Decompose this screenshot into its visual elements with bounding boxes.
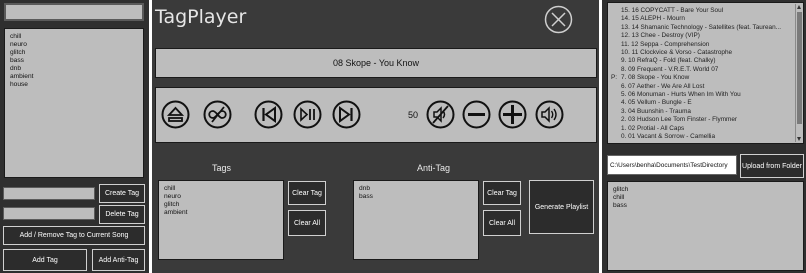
playlist-items: 15. 16 COPYCATT - Bare Your Soul 14. 15 A… [608, 3, 803, 143]
playlist-item-title: 5. 06 Monuman - Hurts When Im With You [621, 91, 741, 99]
anti-tags-items: dnb bass [354, 181, 478, 205]
create-tag-button[interactable]: Create Tag [99, 184, 145, 203]
playlist-item[interactable]: 13. 14 Shamanic Technology - Satellites … [611, 24, 800, 32]
playlist-list[interactable]: 15. 16 COPYCATT - Bare Your Soul 14. 15 A… [607, 2, 804, 144]
playlist-item[interactable]: 11. 12 Seppa - Comprehension [611, 41, 800, 49]
tag-list-item[interactable]: dnb [10, 65, 138, 73]
tags-heading: Tags [212, 163, 232, 173]
playlist-item-title: 15. 16 COPYCATT - Bare Your Soul [621, 7, 724, 14]
playlist-item[interactable]: 9. 10 RefraQ - Fold (feat. Chalky) [611, 57, 800, 65]
delete-tag-button[interactable]: Delete Tag [99, 205, 145, 224]
playlist-item[interactable]: 12. 13 Chee - Destroy (VIP) [611, 32, 800, 40]
volume-value: 50 [408, 110, 419, 120]
playlist-item[interactable]: 15. 16 COPYCATT - Bare Your Soul [611, 7, 800, 15]
folder-path-input[interactable] [607, 155, 737, 175]
playlist-item-title: 10. 11 Clockvice & Vorso - Catastrophe [621, 49, 733, 57]
anti-tag-heading: Anti-Tag [417, 163, 451, 173]
selected-tag-item[interactable]: ambient [164, 209, 278, 217]
volume-down-icon[interactable] [462, 100, 491, 129]
playlist-item-title: 14. 15 ALEPH - Mourn [621, 15, 685, 23]
song-tag-item[interactable]: glitch [613, 186, 798, 194]
playing-marker: P: [611, 74, 618, 82]
clear-anti-tag-button[interactable]: Clear Tag [483, 181, 521, 205]
playlist-item-title: 13. 14 Shamanic Technology - Satellites … [621, 23, 781, 31]
playlist-item[interactable]: 4. 05 Vellum - Bungle - E [611, 99, 800, 107]
eject-icon[interactable] [161, 100, 190, 129]
tag-list-item[interactable]: neuro [10, 41, 138, 49]
playlist-item-title: 3. 04 Buunshin - Trauma [621, 107, 691, 115]
playlist-item[interactable]: 5. 06 Monuman - Hurts When Im With You [611, 91, 800, 99]
playlist-item[interactable]: 10. 11 Clockvice & Vorso - Catastrophe [611, 49, 800, 57]
current-song-tags-list[interactable]: glitch chill bass [607, 181, 804, 271]
playlist-item-title: 12. 13 Chee - Destroy (VIP) [621, 32, 700, 40]
upload-from-folder-button[interactable]: Upload from Folder [740, 154, 804, 178]
current-song-tags-items: glitch chill bass [608, 182, 803, 214]
playlist-item[interactable]: 2. 03 Hudson Lee Tom Finster - Flymmer [611, 116, 800, 124]
song-tag-item[interactable]: chill [613, 194, 798, 202]
generate-playlist-button[interactable]: Generate Playlist [529, 180, 594, 234]
speaker-icon[interactable] [535, 100, 564, 129]
playlist-item-title: 4. 05 Vellum - Bungle - E [621, 99, 692, 107]
tag-list-item[interactable]: house [10, 81, 138, 89]
tag-list-item[interactable]: glitch [10, 49, 138, 57]
playlist-item[interactable]: 0. 01 Vacant & Sorrow - Camellia [611, 133, 800, 141]
all-tags-list[interactable]: chill neuro glitch bass dnb ambient house [4, 28, 144, 178]
selected-tag-item[interactable]: glitch [164, 201, 278, 209]
anti-tags-list[interactable]: dnb bass [353, 180, 479, 260]
add-tag-button[interactable]: Add Tag [3, 249, 87, 271]
playlist-item-title: 1. 02 Protial - All Caps [621, 124, 685, 132]
tag-list-item[interactable]: chill [10, 33, 138, 41]
delete-tag-input[interactable] [3, 207, 95, 220]
playlist-item[interactable]: 3. 04 Buunshin - Trauma [611, 108, 800, 116]
playlist-item[interactable]: P: 7. 08 Skope - You Know [611, 74, 800, 82]
playlist-item-title: 2. 03 Hudson Lee Tom Finster - Flymmer [621, 116, 738, 124]
no-loop-icon[interactable] [203, 100, 232, 129]
add-anti-tag-button[interactable]: Add Anti-Tag [92, 249, 145, 271]
selected-tags-items: chill neuro glitch ambient [159, 181, 283, 221]
playlist-item[interactable]: 1. 02 Protial - All Caps [611, 125, 800, 133]
create-tag-input[interactable] [3, 187, 95, 200]
playlist-item[interactable]: 8. 09 Frequent - V.R.E.T. World 07 [611, 66, 800, 74]
tag-search-input[interactable] [4, 3, 144, 21]
now-playing-display: 08 Skope - You Know [155, 48, 597, 78]
playlist-item-title: 0. 01 Vacant & Sorrow - Camellia [621, 133, 716, 141]
selected-tags-list[interactable]: chill neuro glitch ambient [158, 180, 284, 260]
app-title: TagPlayer [155, 6, 247, 28]
selected-tag-item[interactable]: chill [164, 185, 278, 193]
playlist-item-title: 9. 10 RefraQ - Fold (feat. Chalky) [621, 57, 716, 65]
scroll-down-arrow-icon[interactable] [797, 137, 801, 141]
scrollbar-thumb[interactable] [797, 12, 802, 124]
anti-tag-item[interactable]: bass [359, 193, 473, 201]
playlist-item[interactable]: 6. 07 Aether - We Are All Lost [611, 83, 800, 91]
song-tag-item[interactable]: bass [613, 202, 798, 210]
next-icon[interactable] [332, 100, 361, 129]
clear-all-anti-tags-button[interactable]: Clear All [483, 210, 521, 236]
playlist-item-title: 8. 09 Frequent - V.R.E.T. World 07 [621, 65, 719, 73]
playlist-item[interactable]: 14. 15 ALEPH - Mourn [611, 15, 800, 23]
clear-all-tags-button[interactable]: Clear All [288, 210, 326, 236]
volume-up-icon[interactable] [498, 100, 527, 129]
add-remove-tag-current-song-button[interactable]: Add / Remove Tag to Current Song [3, 226, 145, 245]
tag-list-item[interactable]: bass [10, 57, 138, 65]
close-circle-icon[interactable] [544, 5, 573, 34]
playlist-item-title: 11. 12 Seppa - Comprehension [621, 40, 710, 48]
scroll-up-arrow-icon[interactable] [797, 5, 801, 9]
previous-icon[interactable] [254, 100, 283, 129]
playlist-panel: 15. 16 COPYCATT - Bare Your Soul 14. 15 A… [602, 0, 806, 273]
anti-tag-item[interactable]: dnb [359, 185, 473, 193]
now-playing-title: 08 Skope - You Know [332, 58, 420, 68]
playlist-item-title: 7. 08 Skope - You Know [621, 74, 690, 82]
play-pause-icon[interactable] [293, 100, 322, 129]
playlist-scrollbar[interactable] [795, 4, 802, 142]
all-tags-items: chill neuro glitch bass dnb ambient house [5, 29, 143, 93]
playlist-item-title: 6. 07 Aether - We Are All Lost [621, 82, 705, 90]
selected-tag-item[interactable]: neuro [164, 193, 278, 201]
mute-icon[interactable] [426, 100, 455, 129]
clear-tag-button[interactable]: Clear Tag [288, 181, 326, 205]
tag-list-item[interactable]: ambient [10, 73, 138, 81]
tag-manager-panel: chill neuro glitch bass dnb ambient house Crea… [0, 0, 149, 273]
